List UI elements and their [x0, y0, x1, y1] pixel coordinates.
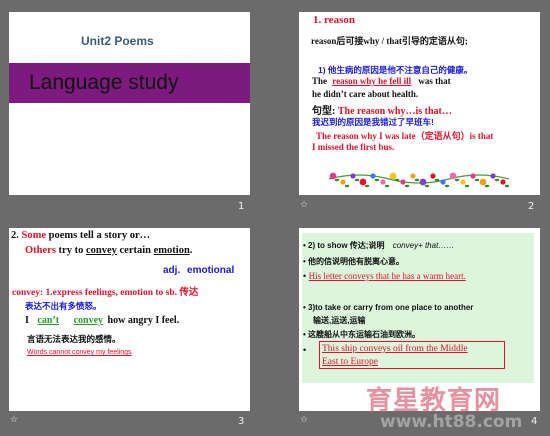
bullet: •: [303, 345, 307, 355]
slide-3-adj-line: adj. emotional: [163, 265, 234, 276]
text: convey: [85, 245, 117, 256]
slide-4-answer-box: This ship conveys oil from the Middle Ea…: [319, 341, 505, 369]
leaf-icon: [434, 178, 440, 182]
leaf-icon: [424, 184, 430, 188]
leaf-icon: [494, 178, 500, 182]
text: 3)to take or carry from one place to ano…: [308, 303, 474, 312]
leaf-icon: [354, 178, 360, 182]
answer-blank-1: can’t: [37, 315, 60, 326]
slide-4-bullet-6: •: [303, 345, 306, 355]
flower-icon: [340, 179, 346, 185]
flower-icon: [419, 178, 427, 186]
slide-3-definition: convey: 1.express feelings, emotion to s…: [12, 288, 199, 298]
slide-4-star-icon: ☆: [300, 415, 309, 425]
slide-1-banner-text: Language study: [29, 71, 179, 94]
leaf-icon: [394, 178, 400, 182]
emotional-word: emotional: [187, 265, 235, 276]
flower-icon: [370, 173, 376, 179]
text: 这艘船从中东运输石油到欧洲。: [308, 330, 421, 339]
text: how angry I feel.: [107, 315, 180, 326]
text: convey+ that……: [392, 241, 455, 250]
text: 2) to show 传达;说明: [308, 241, 385, 250]
text: Some: [21, 230, 47, 241]
flower-icon: [329, 172, 337, 180]
slide-4-number: 4: [531, 416, 538, 427]
text: emotion: [153, 245, 190, 256]
flower-icon: [350, 173, 356, 179]
slide-4-bullet-2: • 他的信说明他有脱离心意。: [303, 256, 404, 267]
flower-icon: [380, 179, 386, 185]
leaf-icon: [504, 184, 510, 188]
text: His letter conveys that he has a warm he…: [308, 271, 466, 281]
slide-3-cn-2: 言语无法表达我的感情。: [27, 334, 121, 344]
slide-4-bullet-4: • 3)to take or carry from one place to a…: [303, 303, 473, 312]
slide-1-banner: Language study: [9, 63, 250, 103]
flower-icon: [389, 172, 397, 180]
flower-icon: [470, 173, 476, 179]
leaf-icon: [484, 184, 490, 188]
text: Others: [25, 245, 56, 256]
slide-3-line-1: 2. Some poems tell a story or…: [11, 230, 150, 241]
flower-icon: [500, 179, 506, 185]
flower-icon: [449, 172, 457, 180]
text: 他的信说明他有脱离心意。: [308, 257, 405, 266]
slide-1-number: 1: [238, 201, 245, 212]
slide-2[interactable]: 1. reason reason后可接why / that引导的定语从句; 1)…: [299, 12, 540, 195]
leaf-icon: [454, 178, 460, 182]
leaf-icon: [364, 184, 370, 188]
leaf-icon: [334, 178, 340, 182]
slide-3[interactable]: 2. Some poems tell a story or… Others tr…: [9, 228, 250, 411]
slide-2-number: 2: [528, 201, 535, 212]
flower-icon: [440, 179, 446, 185]
flower-icon: [410, 173, 416, 179]
text: I: [25, 315, 29, 326]
leaf-icon: [444, 184, 450, 188]
leaf-icon: [404, 184, 410, 188]
flower-icon: [460, 179, 466, 185]
leaf-icon: [414, 178, 420, 182]
flower-icon: [490, 173, 496, 179]
leaf-icon: [384, 184, 390, 188]
flower-icon: [400, 179, 406, 185]
slide-3-star-icon: ☆: [10, 415, 19, 425]
leaf-icon: [344, 184, 350, 188]
flower-border-decoration: [328, 172, 510, 188]
text: .: [189, 245, 193, 256]
flower-icon: [359, 178, 367, 186]
slide-3-number: 3: [238, 416, 245, 427]
watermark-url: www.ht88.com: [380, 412, 523, 432]
slide-4-bullet-5: • 这艘船从中东运输石油到欧洲。: [303, 329, 420, 340]
flower-icon: [479, 178, 487, 186]
slide-1-title: Unit2 Poems: [81, 34, 154, 48]
answer-line-1: This ship conveys oil from the Middle: [322, 344, 468, 354]
slide-3-line-2: Others try to convey certain emotion.: [25, 245, 192, 256]
slide-1[interactable]: Unit2 Poems Language study 1: [9, 12, 250, 195]
text: 2.: [11, 230, 19, 241]
slide-2-star-icon: ☆: [300, 200, 309, 210]
leaf-icon: [474, 178, 480, 182]
text: try to: [58, 245, 84, 256]
slide-4-bullet-3: • His letter conveys that he has a warm …: [303, 271, 466, 281]
answer-line-2: East to Europe: [322, 357, 378, 367]
leaf-icon: [464, 184, 470, 188]
answer-blank-2: convey: [73, 315, 104, 326]
leaf-icon: [374, 178, 380, 182]
slide-3-cn-1: 表达不出有多愤怒。: [25, 301, 102, 311]
slide-3-small-note: Words cannot convey my feelings: [27, 349, 132, 356]
flower-icon: [430, 173, 436, 179]
slide-4-bullet-1: • 2) to show 传达;说明 convey+ that……: [303, 240, 454, 251]
text: certain: [119, 245, 152, 256]
slide-3-exercise: I can’t convey how angry I feel.: [25, 315, 179, 326]
text: adj.: [163, 265, 181, 276]
slide-4-bullet-4-cn: 输送,运送,运输: [313, 316, 366, 325]
text: poems tell a story or…: [48, 230, 151, 241]
